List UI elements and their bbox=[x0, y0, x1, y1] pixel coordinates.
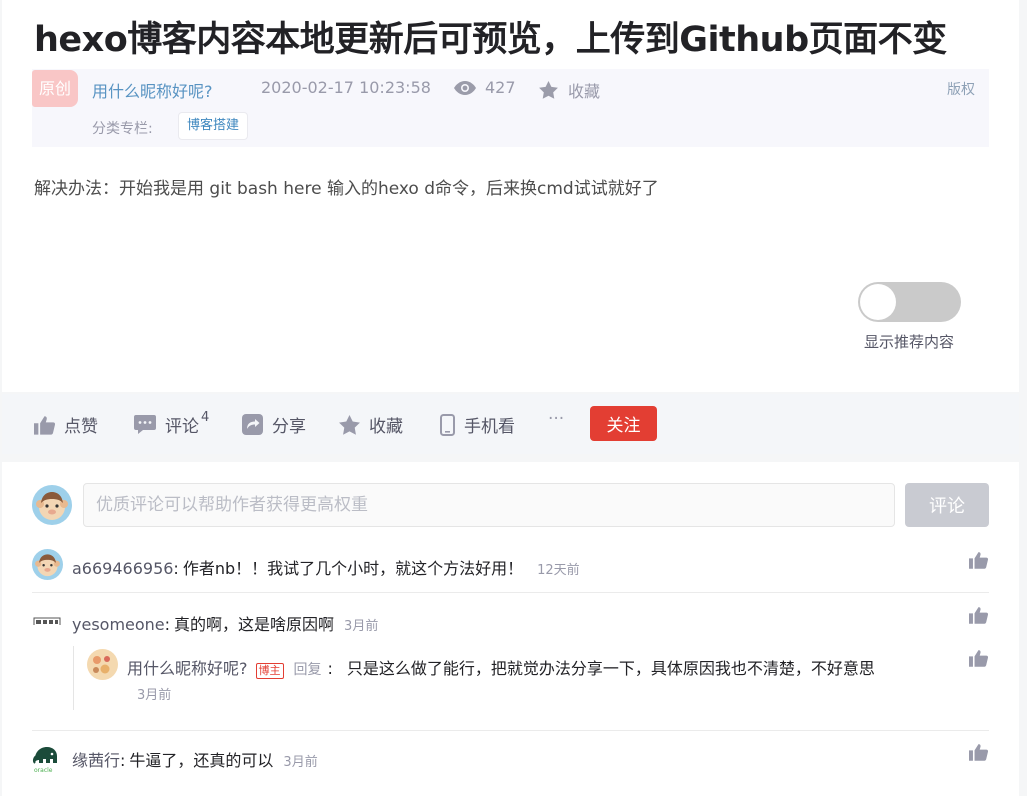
article-title: hexo博客内容本地更新后可预览，上传到Github页面不变 bbox=[34, 20, 947, 60]
submit-comment-button[interactable]: 评论 bbox=[905, 483, 989, 527]
eye-icon bbox=[454, 80, 476, 95]
article-meta: 原创 用什么昵称好呢? 2020-02-17 10:23:58 427 收藏 版… bbox=[32, 69, 989, 147]
comment-item: 缘茜行: 牛逼了，还真的可以 3月前 bbox=[72, 747, 318, 771]
star-icon bbox=[339, 414, 360, 435]
comment-button[interactable]: 评论 4 bbox=[134, 410, 210, 437]
like-button[interactable]: 点赞 bbox=[34, 412, 98, 437]
more-button[interactable]: ··· bbox=[548, 409, 564, 429]
comment-time: 12天前 bbox=[537, 563, 580, 578]
comment-icon bbox=[134, 415, 156, 434]
comment-item: yesomeone: 真的啊，这是啥原因啊 3月前 bbox=[72, 611, 378, 635]
original-badge: 原创 bbox=[32, 70, 78, 107]
share-button[interactable]: 分享 bbox=[242, 412, 306, 437]
reply-time: 3月前 bbox=[137, 688, 172, 703]
follow-button[interactable]: 关注 bbox=[590, 406, 657, 441]
current-user-avatar bbox=[32, 485, 72, 525]
article-toolbar: 点赞 评论 4 分享 收藏 手机看 ··· 关注 bbox=[2, 394, 1019, 454]
copyright-link[interactable]: 版权 bbox=[947, 79, 975, 99]
comment-count: 4 bbox=[201, 410, 210, 425]
comment-username[interactable]: a669466956 bbox=[72, 559, 173, 578]
commenter-avatar[interactable]: oracle bbox=[32, 743, 60, 773]
commenter-avatar[interactable] bbox=[32, 549, 63, 580]
publish-date: 2020-02-17 10:23:58 bbox=[261, 78, 431, 97]
comment-input[interactable] bbox=[83, 483, 895, 527]
comment-username[interactable]: 缘茜行 bbox=[72, 747, 120, 771]
view-count: 427 bbox=[454, 78, 516, 97]
comments-section: 评论 a669466956: 作者nb！！我试了几个小时，就这个方法好用！ 12… bbox=[2, 462, 1019, 796]
comment-text: 真的啊，这是啥原因啊 bbox=[174, 615, 335, 634]
favorite-link[interactable]: 收藏 bbox=[539, 78, 600, 102]
comment-text: 牛逼了，还真的可以 bbox=[129, 751, 274, 770]
reply-indent-bar bbox=[73, 646, 74, 710]
svg-text:oracle: oracle bbox=[34, 767, 53, 773]
recommend-toggle-label: 显示推荐内容 bbox=[864, 333, 955, 351]
thumbs-up-icon[interactable] bbox=[969, 743, 988, 761]
reply-item: 用什么昵称好呢? 博主 回复: 只是这么做了能行，把就觉办法分享一下，具体原因我… bbox=[127, 655, 875, 679]
mobile-label: 手机看 bbox=[464, 417, 515, 437]
comment-username[interactable]: yesomeone bbox=[72, 615, 165, 634]
more-icon: ··· bbox=[548, 409, 565, 429]
comment-time: 3月前 bbox=[344, 619, 379, 634]
comment-text: 作者nb！！我试了几个小时，就这个方法好用！ bbox=[182, 559, 524, 578]
mobile-view-button[interactable]: 手机看 bbox=[440, 412, 515, 437]
phone-icon bbox=[440, 413, 455, 436]
category-label: 分类专栏: bbox=[92, 121, 153, 137]
comment-time: 3月前 bbox=[283, 755, 318, 770]
favorite-label: 收藏 bbox=[568, 82, 601, 101]
share-label: 分享 bbox=[272, 417, 306, 437]
view-count-value: 427 bbox=[485, 78, 516, 97]
reply-label: 回复 bbox=[293, 662, 322, 678]
blogger-badge: 博主 bbox=[255, 663, 284, 679]
star-icon bbox=[539, 81, 558, 99]
author-link[interactable]: 用什么昵称好呢? bbox=[92, 78, 213, 102]
favorite-label: 收藏 bbox=[369, 417, 403, 437]
thumbs-up-icon[interactable] bbox=[969, 606, 988, 624]
comment-label: 评论 bbox=[165, 417, 199, 437]
blogger-avatar[interactable] bbox=[87, 649, 118, 680]
commenter-avatar[interactable] bbox=[33, 613, 61, 625]
thumbs-up-icon[interactable] bbox=[969, 551, 988, 569]
toggle-knob bbox=[860, 284, 896, 320]
comment-divider bbox=[32, 592, 989, 593]
category-tag[interactable]: 博客搭建 bbox=[178, 112, 249, 140]
article-card: hexo博客内容本地更新后可预览，上传到Github页面不变 原创 用什么昵称好… bbox=[2, 0, 1019, 392]
article-content: 解决办法：开始我是用 git bash here 输入的hexo d命令，后来换… bbox=[34, 179, 659, 199]
thumbs-up-icon bbox=[34, 415, 55, 435]
comment-item: a669466956: 作者nb！！我试了几个小时，就这个方法好用！ 12天前 bbox=[72, 555, 580, 579]
like-label: 点赞 bbox=[64, 417, 98, 437]
reply-text: 只是这么做了能行，把就觉办法分享一下，具体原因我也不清楚，不好意思 bbox=[346, 659, 875, 678]
favorite-button[interactable]: 收藏 bbox=[339, 412, 403, 437]
recommend-toggle[interactable] bbox=[858, 282, 961, 322]
thumbs-up-icon[interactable] bbox=[969, 649, 988, 667]
reply-username[interactable]: 用什么昵称好呢? bbox=[127, 655, 248, 679]
share-icon bbox=[242, 414, 263, 435]
comment-divider bbox=[32, 730, 989, 731]
